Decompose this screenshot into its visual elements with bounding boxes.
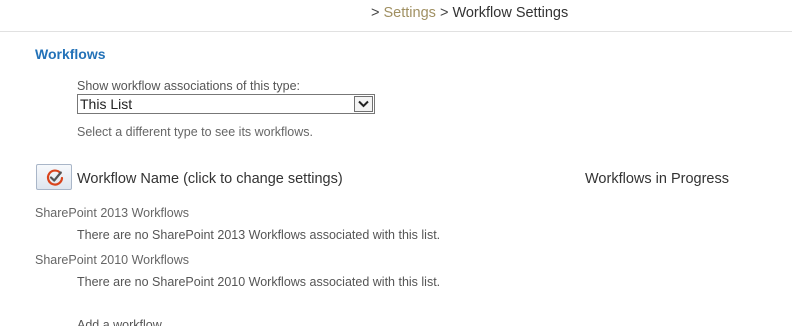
breadcrumb-settings-link[interactable]: Settings: [384, 5, 436, 21]
group-empty-message-sp2013: There are no SharePoint 2013 Workflows a…: [77, 228, 441, 242]
breadcrumb-separator: >: [371, 5, 380, 21]
association-type-label: Show workflow associations of this type:: [77, 79, 301, 93]
association-type-hint: Select a different type to see its workf…: [77, 125, 313, 139]
chevron-down-icon[interactable]: [354, 96, 373, 112]
column-header-workflow-name: Workflow Name (click to change settings): [77, 171, 343, 187]
workflow-check-icon[interactable]: [36, 164, 72, 190]
group-empty-message-sp2010: There are no SharePoint 2010 Workflows a…: [77, 275, 441, 289]
group-title-sp2013: SharePoint 2013 Workflows: [35, 206, 190, 220]
column-header-workflows-in-progress: Workflows in Progress: [585, 171, 729, 187]
workflow-settings-page: > Settings > Workflow Settings Workflows…: [0, 0, 792, 326]
breadcrumb-separator: >: [439, 5, 449, 21]
add-workflow-link[interactable]: Add a workflow: [77, 318, 162, 326]
breadcrumb-current-page: Workflow Settings: [452, 5, 569, 21]
group-title-sp2010: SharePoint 2010 Workflows: [35, 253, 190, 267]
section-title: Workflows: [35, 46, 106, 62]
association-type-selected-value: This List: [80, 96, 133, 112]
association-type-select[interactable]: This List: [77, 94, 375, 114]
header-divider: [0, 31, 792, 32]
breadcrumb: > Settings > Workflow Settings: [371, 5, 568, 21]
